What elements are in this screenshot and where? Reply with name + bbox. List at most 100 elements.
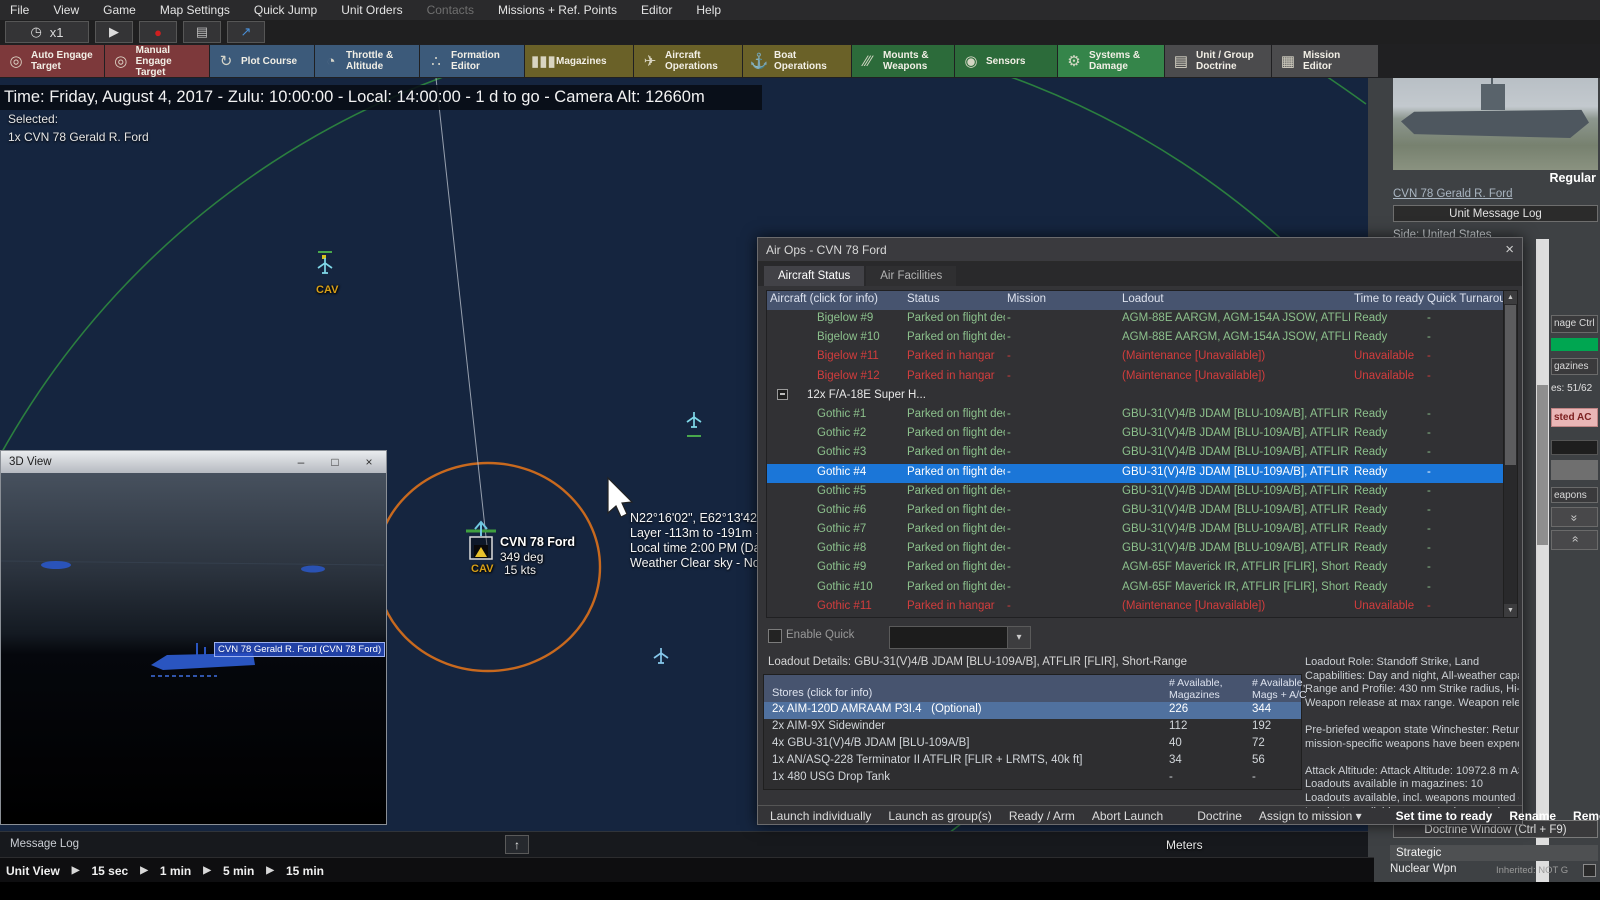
air-ops-footer: Launch individually Launch as group(s) R… (758, 805, 1600, 823)
menu-editor[interactable]: Editor (641, 3, 672, 17)
jump-button[interactable]: ↗ (227, 21, 265, 43)
hosted-ac-button[interactable]: sted AC (1551, 408, 1598, 427)
stores-row[interactable]: 1x AN/ASQ-228 Terminator II ATFLIR [FLIR… (764, 753, 1301, 770)
record-button[interactable]: ● (139, 21, 177, 43)
tab-air-facilities[interactable]: Air Facilities (866, 266, 957, 286)
unit-message-log-button[interactable]: Unit Message Log (1393, 205, 1598, 222)
auto-engage-target-button[interactable]: ◎ Auto Engage Target (0, 45, 104, 77)
aircraft-row[interactable]: Gothic #10 Parked on flight deck - AGM-65F … (767, 579, 1503, 598)
aircraft-operations-button[interactable]: ✈ Aircraft Operations (634, 45, 742, 77)
air-ops-dialog[interactable]: Air Ops - CVN 78 Ford × Aircraft Status … (757, 237, 1600, 825)
mounts-weapons-button[interactable]: ∕∕∕ Mounts & Weapons (852, 45, 954, 77)
aircraft-row[interactable]: Bigelow #12 Parked in hangar - (Maintenance… (767, 368, 1503, 387)
menu-help[interactable]: Help (696, 3, 721, 17)
aircraft-table[interactable]: Aircraft (click for info) Status Mission… (766, 290, 1504, 618)
rename-button[interactable]: Rename (1509, 809, 1556, 823)
aircraft-row[interactable]: Bigelow #10 Parked on flight deck - AGM-88E… (767, 329, 1503, 348)
manual-engage-target-button[interactable]: ◎ Manual Engage Target (105, 45, 209, 78)
menu-unit-orders[interactable]: Unit Orders (341, 3, 402, 17)
nuclear-wpn-checkbox[interactable] (1583, 864, 1596, 877)
systems-damage-button[interactable]: ⚙ Systems & Damage (1058, 45, 1164, 77)
menu-view[interactable]: View (53, 3, 79, 17)
scrollbar-thumb[interactable] (1537, 385, 1548, 545)
expand-box[interactable] (777, 388, 788, 400)
sidebar-slider[interactable] (1551, 460, 1598, 480)
unit-view-label[interactable]: Unit View (6, 864, 60, 878)
quick-turnaround-dropdown[interactable]: ▾ (889, 626, 1031, 649)
unit-db-link[interactable]: CVN 78 Gerald R. Ford (1393, 188, 1513, 200)
aircraft-row[interactable]: Gothic #8 Parked on flight deck - GBU-31(V)… (767, 540, 1503, 559)
menu-map-settings[interactable]: Map Settings (160, 3, 230, 17)
view3d-titlebar[interactable]: 3D View – □ × (1, 451, 386, 473)
air-ops-titlebar[interactable]: Air Ops - CVN 78 Ford × (758, 238, 1522, 262)
stores-row[interactable]: 4x GBU-31(V)4/B JDAM [BLU-109A/B] 40 72 (764, 736, 1301, 753)
set-time-to-ready-button[interactable]: Set time to ready (1396, 809, 1493, 823)
aircraft-row[interactable]: Gothic #7 Parked on flight deck - GBU-31(V)… (767, 521, 1503, 540)
enable-quick-checkbox[interactable] (768, 629, 782, 643)
close-button[interactable]: × (352, 455, 386, 469)
view3d-window[interactable]: 3D View – □ × CVN 78 Gerald R. Ford (CVN… (0, 450, 387, 825)
view3d-viewport[interactable]: CVN 78 Gerald R. Ford (CVN 78 Ford) (0, 473, 386, 822)
ready-arm-button[interactable]: Ready / Arm (1009, 809, 1075, 823)
aircraft-table-scrollbar[interactable]: ▲ ▼ (1503, 290, 1518, 618)
play-button[interactable]: ▶ (95, 21, 133, 43)
expand-message-log-button[interactable]: ↑ (505, 835, 529, 854)
sensors-button[interactable]: ◉ Sensors (955, 45, 1057, 77)
tab-aircraft-status[interactable]: Aircraft Status (764, 266, 865, 286)
doctrine-button[interactable]: Doctrine (1197, 809, 1242, 823)
scroll-down-icon[interactable]: ▼ (1504, 604, 1517, 617)
stores-row[interactable]: 2x AIM-9X Sidewinder 112 192 (764, 719, 1301, 736)
time-compression-button[interactable]: ◷ x1 (5, 21, 89, 43)
sidebar-scrollbar[interactable] (1536, 239, 1549, 882)
remove-button[interactable]: Remove (1573, 809, 1600, 823)
minimize-button[interactable]: – (284, 455, 318, 469)
stores-row-selected[interactable]: 2x AIM-120D AMRAAM P3I.4 (Optional) 226 34… (764, 702, 1301, 719)
aircraft-row[interactable]: Gothic #6 Parked on flight deck - GBU-31(V)… (767, 502, 1503, 521)
aircraft-row[interactable]: Bigelow #9 Parked on flight deck - AGM-88E … (767, 310, 1503, 329)
weapons-sidebar-button[interactable]: eapons (1551, 487, 1598, 503)
strategic-section-header[interactable]: Strategic (1390, 845, 1598, 861)
interval-5min[interactable]: 5 min (223, 864, 254, 878)
interval-15min[interactable]: 15 min (286, 864, 324, 878)
aircraft-row[interactable]: Gothic #5 Parked on flight deck - GBU-31(V)… (767, 483, 1503, 502)
stores-row[interactable]: 1x 480 USG Drop Tank - - (764, 770, 1301, 787)
interval-15sec[interactable]: 15 sec (92, 864, 129, 878)
magazines-button[interactable]: ▮▮▮ Magazines (525, 45, 633, 77)
scroll-up-icon[interactable]: ▲ (1504, 291, 1517, 304)
maximize-button[interactable]: □ (318, 455, 352, 469)
aircraft-row[interactable]: Gothic #1 Parked on flight deck - GBU-31(V)… (767, 406, 1503, 425)
aircraft-row[interactable]: Bigelow #11 Parked in hangar - (Maintenance… (767, 348, 1503, 367)
menu-quick-jump[interactable]: Quick Jump (254, 3, 317, 17)
magazines-sidebar-button[interactable]: gazines (1551, 358, 1598, 375)
boat-operations-button[interactable]: ⚓ Boat Operations (743, 45, 851, 77)
sidebar-input[interactable] (1551, 440, 1598, 455)
damage-ctrl-button[interactable]: nage Ctrl (1551, 315, 1598, 333)
chevron-down-icon[interactable]: ▾ (1007, 627, 1030, 648)
aircraft-row[interactable]: Gothic #11 Parked in hangar - (Maintenance … (767, 598, 1503, 617)
throttle-altitude-button[interactable]: ◔ Throttle & Altitude (315, 45, 419, 77)
abort-launch-button[interactable]: Abort Launch (1092, 809, 1163, 823)
plot-course-button[interactable]: ↻ Plot Course (210, 45, 314, 77)
menu-file[interactable]: File (10, 3, 29, 17)
menu-game[interactable]: Game (103, 3, 136, 17)
mission-editor-button[interactable]: ▦ Mission Editor (1272, 45, 1378, 77)
launch-as-groups-button[interactable]: Launch as group(s) (888, 809, 991, 823)
aircraft-group-row[interactable]: 12x F/A-18E Super H... (767, 387, 1503, 406)
launch-individually-button[interactable]: Launch individually (770, 809, 871, 823)
scrollbar-thumb[interactable] (1505, 305, 1516, 465)
unit-group-doctrine-button[interactable]: ▤ Unit / Group Doctrine (1165, 45, 1271, 77)
aircraft-row[interactable]: Gothic #9 Parked on flight deck - AGM-65F M… (767, 559, 1503, 578)
section-expand-down[interactable]: » (1551, 507, 1598, 527)
message-log-bar[interactable]: Message Log ↑ (0, 831, 1368, 858)
menu-missions-ref-points[interactable]: Missions + Ref. Points (498, 3, 617, 17)
close-icon[interactable]: × (1505, 241, 1514, 258)
aircraft-row[interactable]: Gothic #3 Parked on flight deck - GBU-31(V)… (767, 444, 1503, 463)
assign-to-mission-button[interactable]: Assign to mission ▾ (1259, 809, 1362, 823)
section-expand-up[interactable]: » (1551, 530, 1598, 550)
interval-1min[interactable]: 1 min (160, 864, 191, 878)
printer-button[interactable]: ▤ (183, 21, 221, 43)
formation-editor-button[interactable]: ∴ Formation Editor (420, 45, 524, 77)
aircraft-row[interactable]: Gothic #2 Parked on flight deck - GBU-31(V)… (767, 425, 1503, 444)
stores-table[interactable]: Stores (click for info) # Available, Mag… (763, 674, 1307, 790)
aircraft-row-selected[interactable]: Gothic #4 Parked on flight deck - GBU-31(V)… (767, 463, 1503, 483)
